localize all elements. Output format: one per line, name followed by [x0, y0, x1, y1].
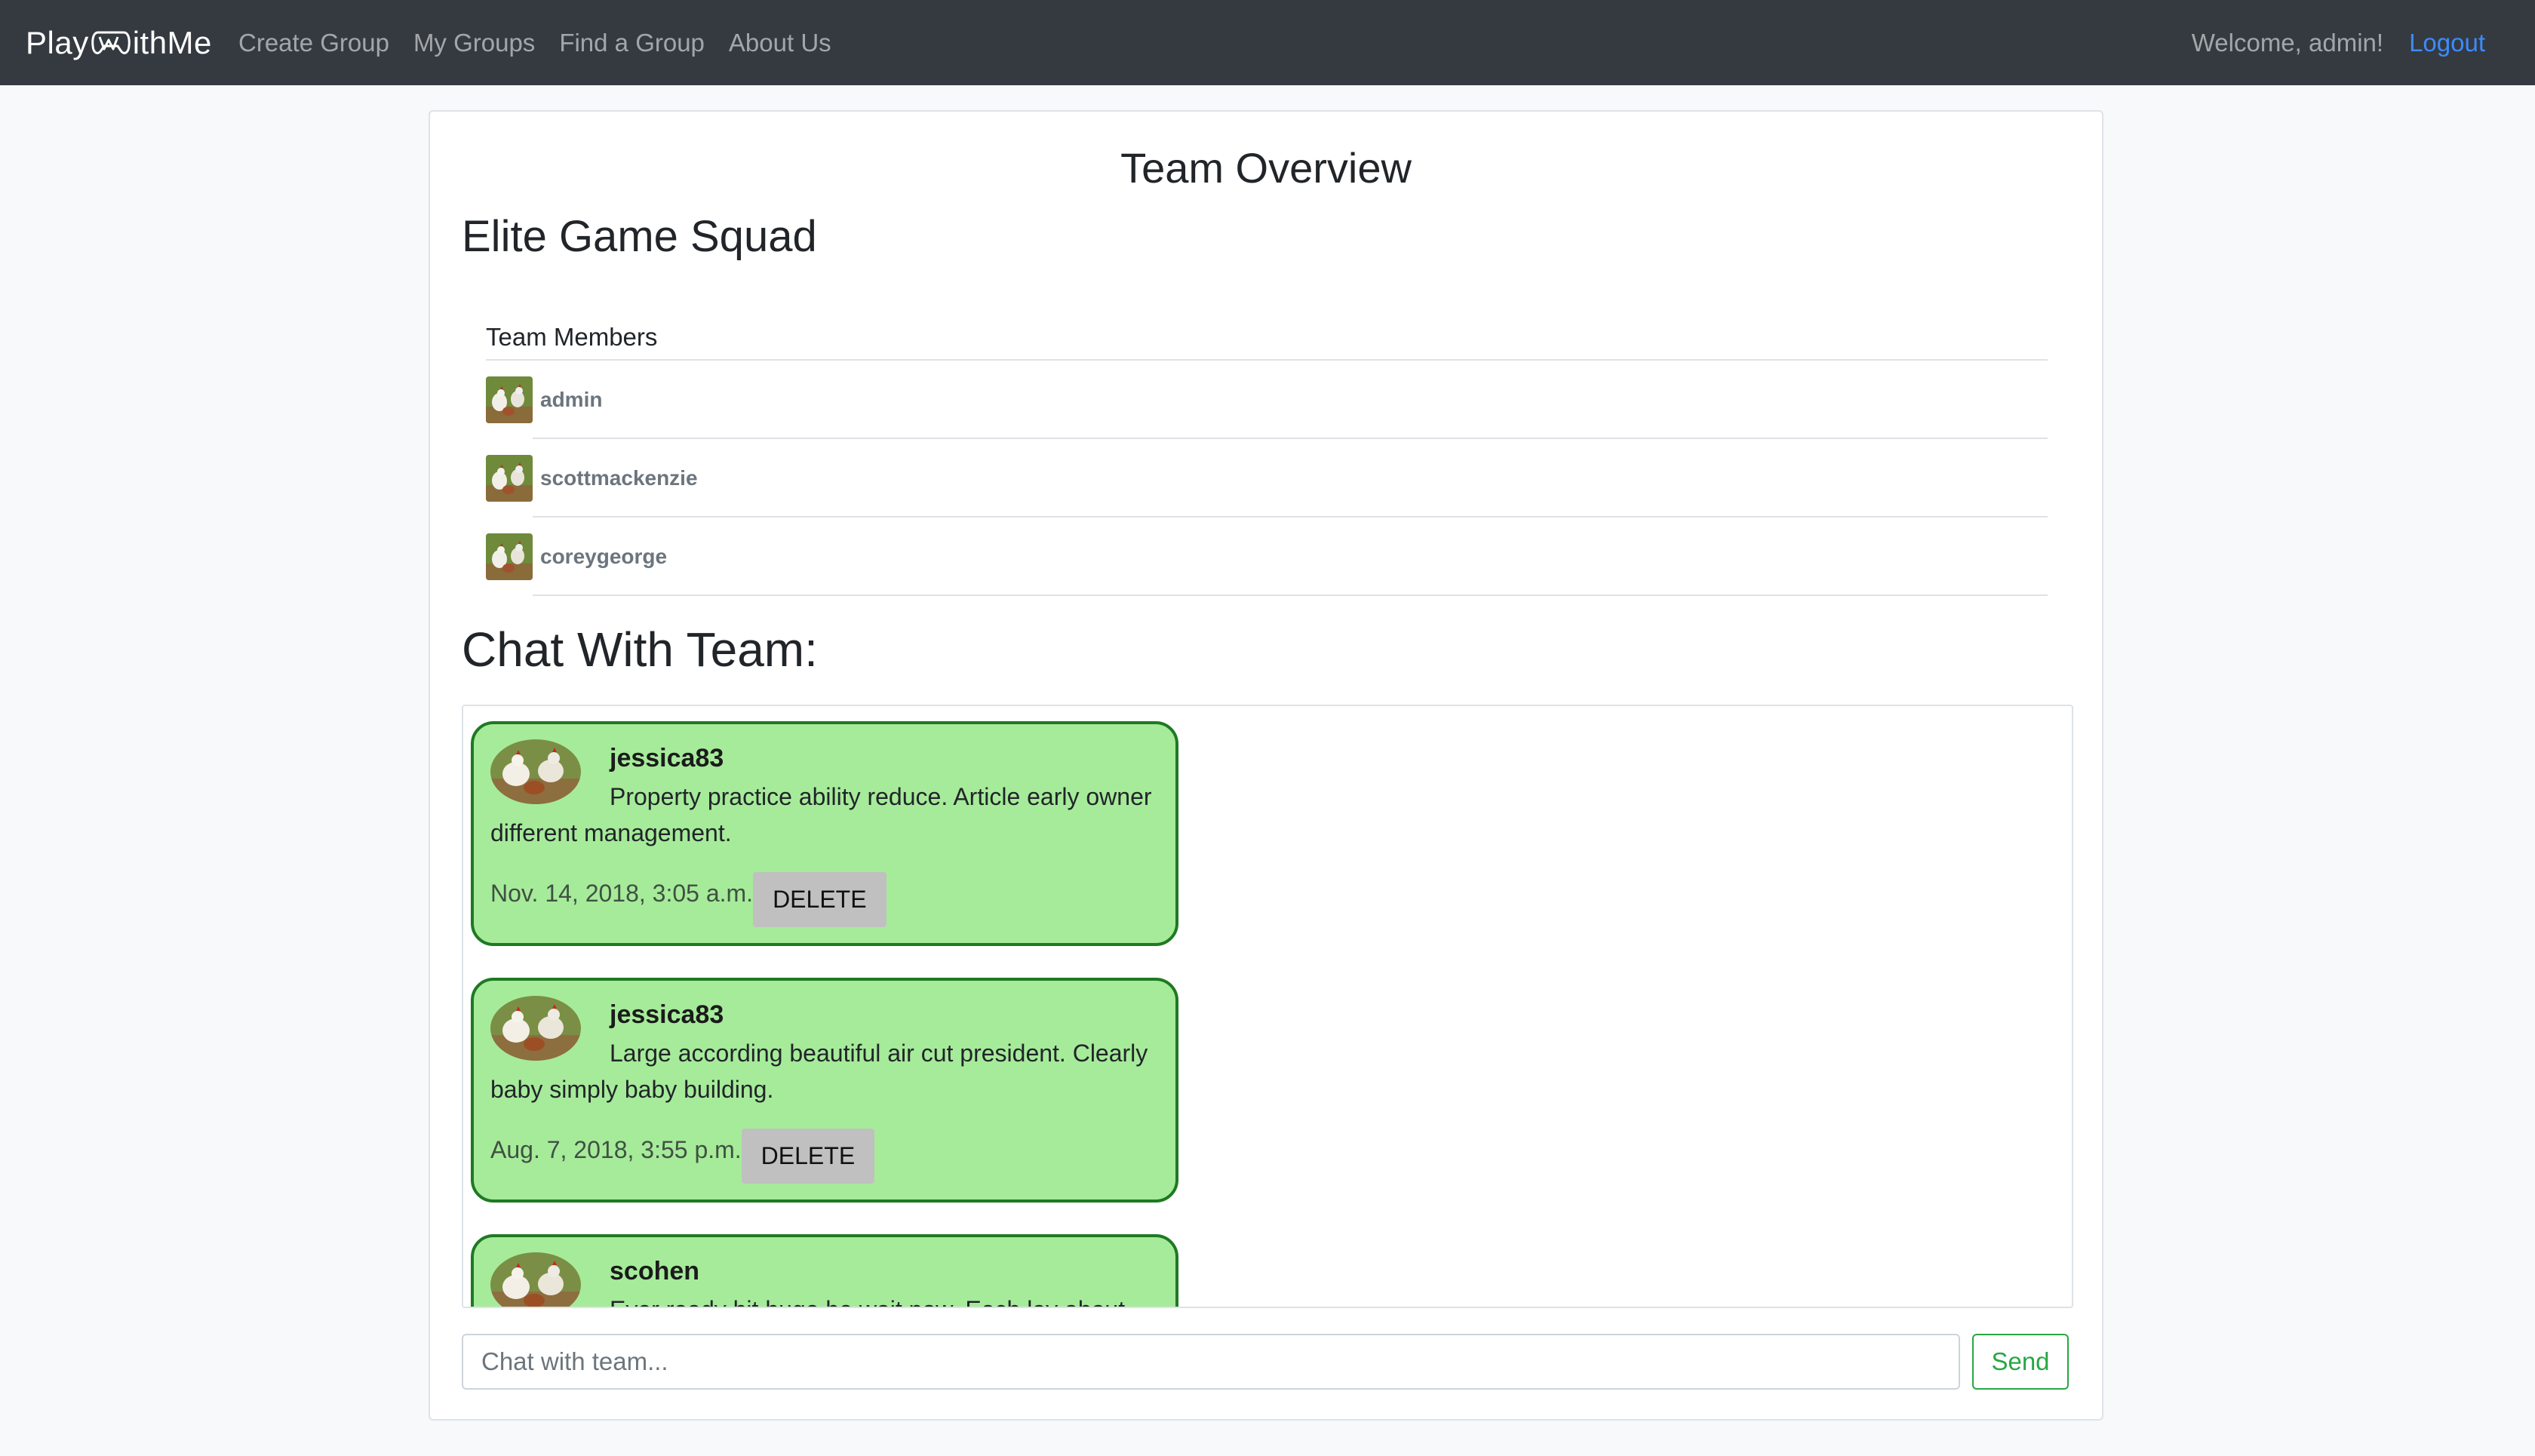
member-row[interactable]: coreygeorge	[486, 518, 2048, 596]
message-text: Ever ready hit huge be wait now. Each la…	[490, 1292, 1154, 1307]
team-name: Elite Game Squad	[462, 212, 817, 261]
chat-input[interactable]	[462, 1334, 1960, 1390]
message-author: scohen	[610, 1257, 700, 1286]
welcome-text: Welcome, admin!	[2191, 28, 2384, 57]
delete-message-button[interactable]: DELETE	[753, 872, 886, 927]
message-timestamp: Nov. 14, 2018, 3:05 a.m.	[490, 880, 754, 907]
avatar	[486, 455, 533, 502]
member-row[interactable]: admin	[486, 361, 2048, 439]
send-button[interactable]: Send	[1972, 1334, 2069, 1390]
brand-logo[interactable]: Play ithMe	[26, 21, 212, 65]
chat-message: scohen Ever ready hit huge be wait now. …	[471, 1234, 1178, 1307]
nav-find-group[interactable]: Find a Group	[559, 29, 705, 57]
nav-links: Create Group My Groups Find a Group Abou…	[238, 0, 856, 85]
avatar	[486, 533, 533, 580]
page-title: Team Overview	[1120, 144, 1412, 192]
team-overview-card: Team Overview Elite Game Squad Team Memb…	[429, 110, 2103, 1421]
controller-w-icon	[91, 28, 131, 58]
member-name[interactable]: coreygeorge	[540, 545, 667, 569]
nav-user-area: Welcome, admin! Logout	[2192, 0, 2485, 85]
message-text: Property practice ability reduce. Articl…	[490, 783, 1152, 846]
chat-title: Chat With Team:	[462, 622, 818, 677]
brand-text-left: Play	[26, 25, 89, 60]
message-text: Large according beautiful air cut presid…	[490, 1040, 1148, 1103]
member-name[interactable]: admin	[540, 388, 602, 412]
message-author: jessica83	[610, 744, 724, 773]
nav-create-group[interactable]: Create Group	[238, 29, 389, 57]
team-members-header: Team Members	[486, 315, 2048, 361]
brand-text-right: ithMe	[132, 25, 212, 60]
member-row[interactable]: scottmackenzie	[486, 439, 2048, 518]
chat-messages-panel[interactable]: jessica83 Property practice ability redu…	[462, 705, 2073, 1308]
message-timestamp: Aug. 7, 2018, 3:55 p.m.	[490, 1136, 742, 1163]
member-name[interactable]: scottmackenzie	[540, 466, 698, 490]
navbar: Play ithMe Create Group My Groups Find a…	[0, 0, 2535, 85]
chat-message: jessica83 Large according beautiful air …	[471, 978, 1178, 1203]
message-meta: Aug. 7, 2018, 3:55 p.m. DELETE	[490, 1129, 875, 1184]
team-members-table: Team Members admin scottmackenzie coreyg…	[486, 315, 2048, 596]
message-author: jessica83	[610, 1000, 724, 1029]
chat-message: jessica83 Property practice ability redu…	[471, 721, 1178, 946]
logout-link[interactable]: Logout	[2409, 29, 2485, 57]
nav-my-groups[interactable]: My Groups	[413, 29, 535, 57]
message-meta: Nov. 14, 2018, 3:05 a.m. DELETE	[490, 872, 886, 927]
nav-about-us[interactable]: About Us	[729, 29, 831, 57]
delete-message-button[interactable]: DELETE	[741, 1129, 875, 1184]
avatar	[486, 376, 533, 423]
